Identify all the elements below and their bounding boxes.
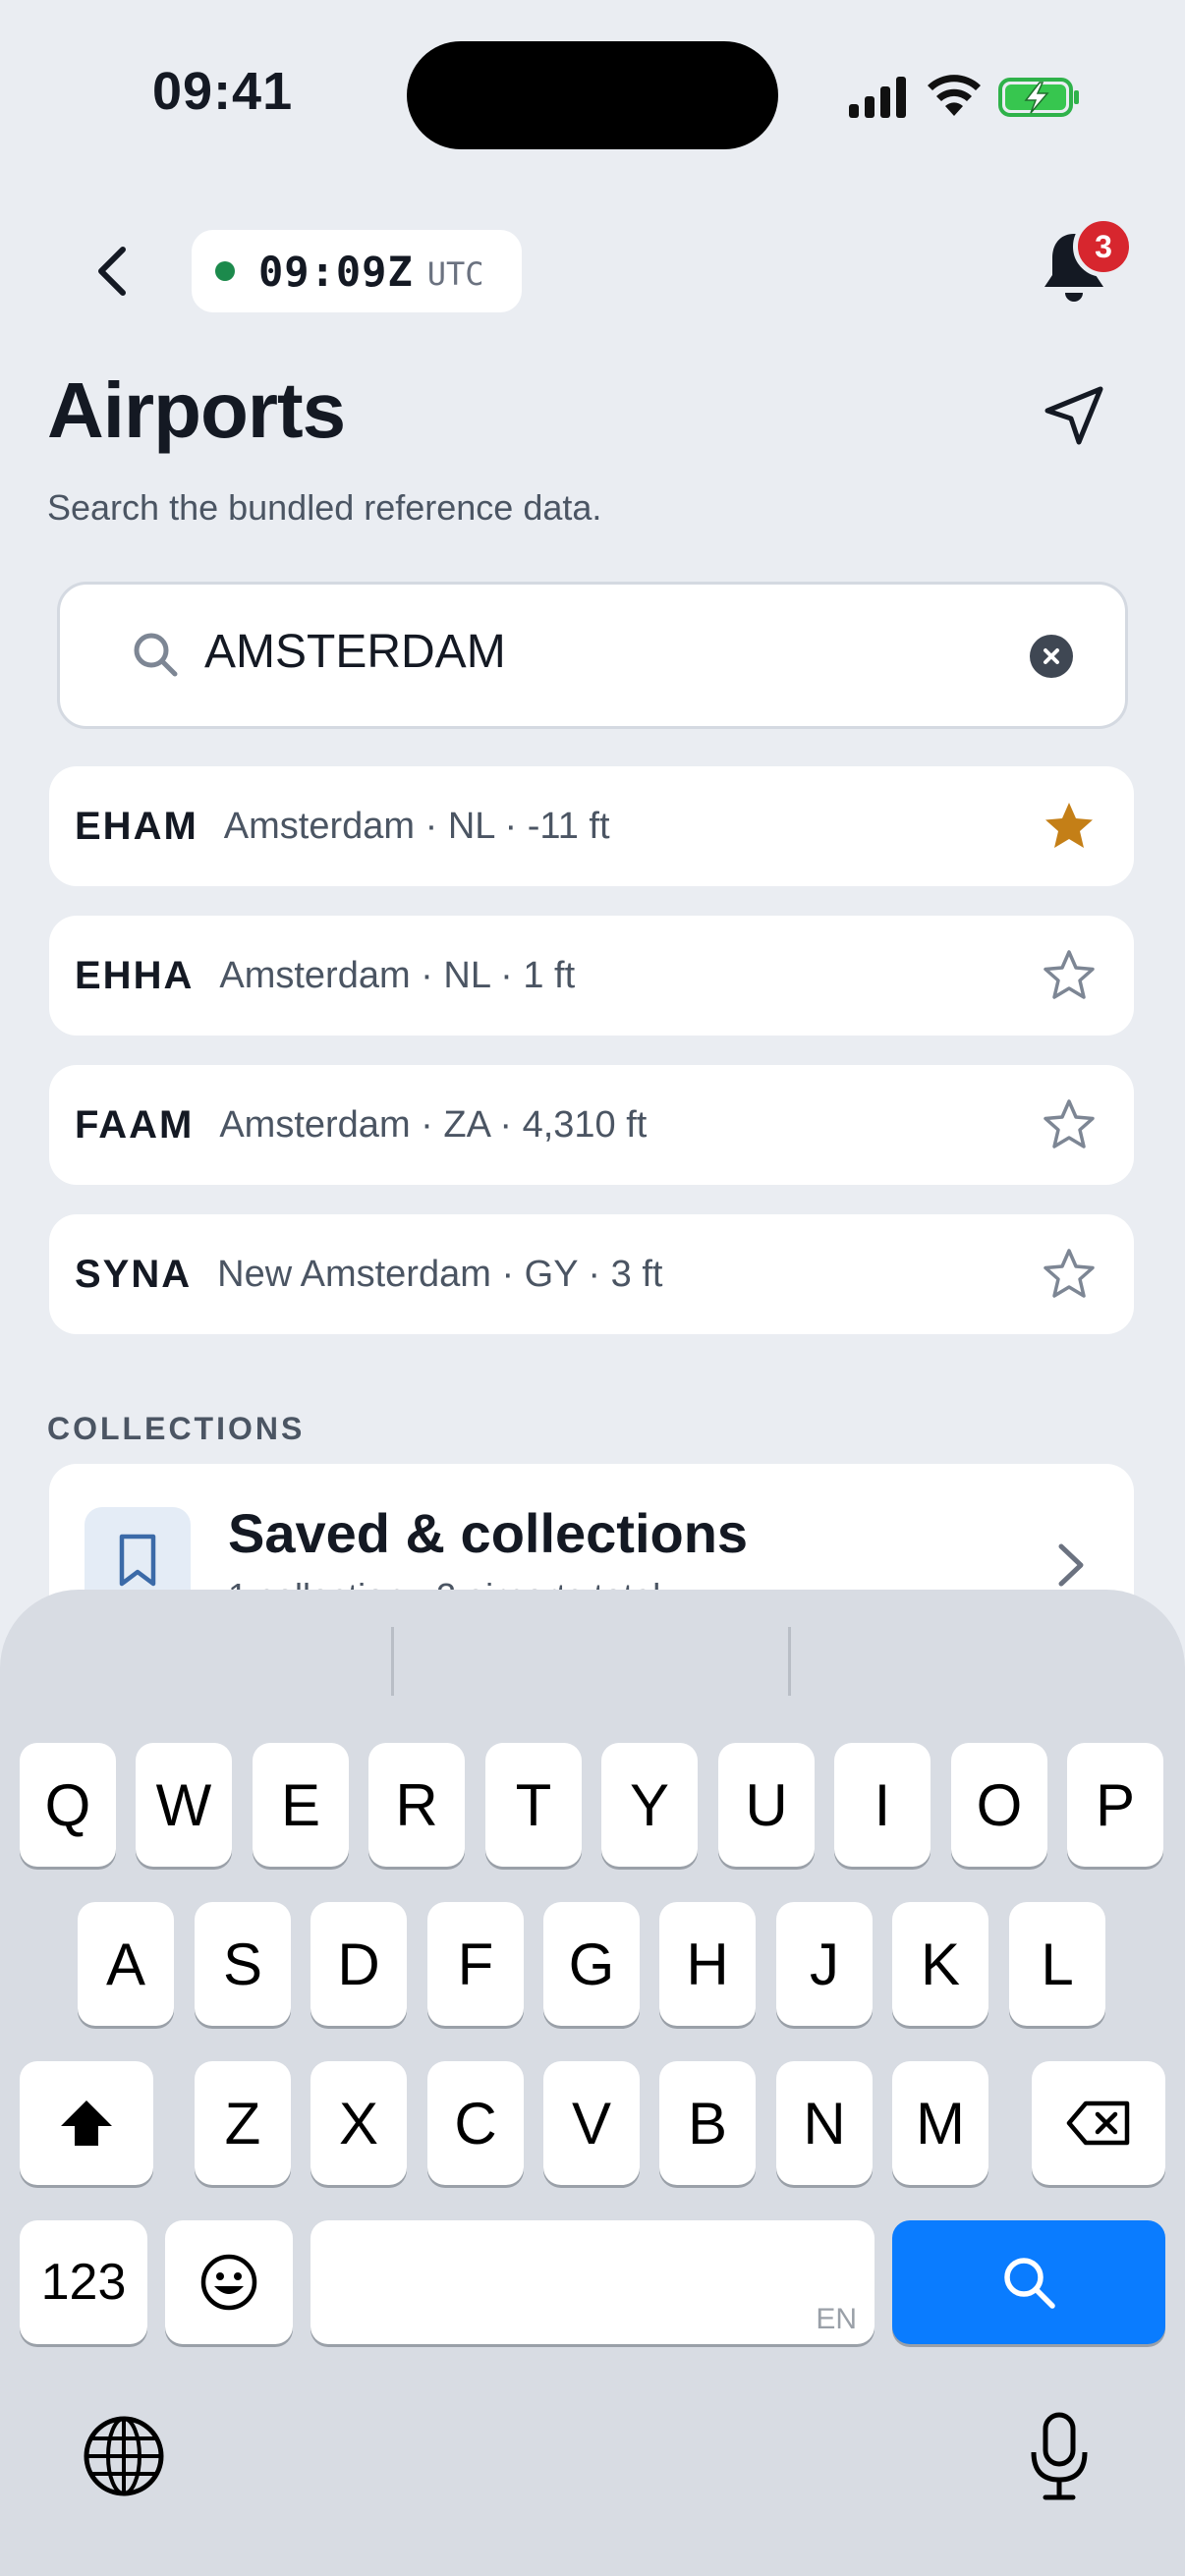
airport-meta: Amsterdam · NL · 1 ft <box>219 954 576 996</box>
key-y[interactable]: Y <box>601 1743 698 1867</box>
keyboard-language: EN <box>816 2303 857 2335</box>
section-label-collections: COLLECTIONS <box>47 1411 306 1446</box>
key-o[interactable]: O <box>951 1743 1047 1867</box>
backspace-icon <box>1066 2100 1130 2146</box>
collections-title: Saved & collections <box>228 1502 749 1564</box>
backspace-key[interactable] <box>1032 2061 1165 2185</box>
star-outline-icon[interactable] <box>1040 1245 1099 1304</box>
utc-clock: 09:09Z UTC <box>192 230 522 312</box>
chevron-right-icon <box>1058 1543 1084 1587</box>
key-p[interactable]: P <box>1067 1743 1163 1867</box>
page-subtitle: Search the bundled reference data. <box>47 487 602 528</box>
key-a[interactable]: A <box>78 1902 174 2026</box>
airport-meta: Amsterdam · NL · -11 ft <box>223 805 610 847</box>
airport-code: EHAM <box>75 804 198 848</box>
suggestion-divider <box>391 1627 394 1696</box>
cellular-signal-icon <box>849 75 908 118</box>
key-u[interactable]: U <box>718 1743 815 1867</box>
space-key[interactable]: EN <box>310 2220 875 2344</box>
key-d[interactable]: D <box>310 1902 407 2026</box>
chevron-left-icon <box>98 247 126 296</box>
star-outline-icon[interactable] <box>1040 1095 1099 1154</box>
key-j[interactable]: J <box>776 1902 873 2026</box>
emoji-icon <box>200 2254 257 2311</box>
search-icon <box>134 633 178 677</box>
key-t[interactable]: T <box>485 1743 582 1867</box>
airport-code: EHHA <box>75 953 195 997</box>
wifi-icon <box>928 75 981 116</box>
location-arrow-icon[interactable] <box>1040 381 1108 450</box>
dynamic-island <box>407 41 778 149</box>
numbers-key[interactable]: 123 <box>20 2220 147 2344</box>
airport-row-eham[interactable]: EHAM Amsterdam · NL · -11 ft <box>49 766 1134 886</box>
back-button[interactable] <box>77 232 147 310</box>
star-filled-icon[interactable] <box>1040 797 1099 856</box>
star-outline-icon[interactable] <box>1040 946 1099 1005</box>
key-h[interactable]: H <box>659 1902 756 2026</box>
key-r[interactable]: R <box>368 1743 465 1867</box>
airport-row-faam[interactable]: FAAM Amsterdam · ZA · 4,310 ft <box>49 1065 1134 1185</box>
close-icon <box>1044 648 1059 664</box>
suggestion-divider <box>788 1627 791 1696</box>
globe-icon[interactable] <box>83 2415 165 2497</box>
key-z[interactable]: Z <box>195 2061 291 2185</box>
airport-row-syna[interactable]: SYNA New Amsterdam · GY · 3 ft <box>49 1214 1134 1334</box>
clear-search-button[interactable] <box>1030 635 1073 678</box>
key-i[interactable]: I <box>834 1743 931 1867</box>
key-e[interactable]: E <box>253 1743 349 1867</box>
key-k[interactable]: K <box>892 1902 988 2026</box>
search-icon <box>1004 2258 1055 2309</box>
search-value: AMSTERDAM <box>204 626 506 678</box>
key-f[interactable]: F <box>427 1902 524 2026</box>
airport-code: SYNA <box>75 1252 193 1296</box>
airport-code: FAAM <box>75 1102 195 1147</box>
key-b[interactable]: B <box>659 2061 756 2185</box>
key-q[interactable]: Q <box>20 1743 116 1867</box>
battery-charging-icon <box>998 78 1079 117</box>
key-g[interactable]: G <box>543 1902 640 2026</box>
shift-arrow-icon <box>61 2100 112 2146</box>
page-title: Airports <box>47 366 346 454</box>
key-n[interactable]: N <box>776 2061 873 2185</box>
utc-label: UTC <box>426 255 484 293</box>
key-l[interactable]: L <box>1009 1902 1105 2026</box>
utc-time: 09:09Z <box>258 247 414 296</box>
status-time: 09:41 <box>152 62 294 121</box>
key-w[interactable]: W <box>136 1743 232 1867</box>
key-s[interactable]: S <box>195 1902 291 2026</box>
key-v[interactable]: V <box>543 2061 640 2185</box>
notification-badge: 3 <box>1073 216 1134 277</box>
shift-key[interactable] <box>20 2061 153 2185</box>
keyboard-search-button[interactable] <box>892 2220 1165 2344</box>
microphone-icon[interactable] <box>1028 2411 1091 2501</box>
emoji-key[interactable] <box>165 2220 293 2344</box>
key-c[interactable]: C <box>427 2061 524 2185</box>
airport-meta: Amsterdam · ZA · 4,310 ft <box>219 1103 648 1146</box>
key-m[interactable]: M <box>892 2061 988 2185</box>
airport-meta: New Amsterdam · GY · 3 ft <box>217 1253 663 1295</box>
airport-row-ehha[interactable]: EHHA Amsterdam · NL · 1 ft <box>49 916 1134 1036</box>
online-status-dot <box>215 261 235 281</box>
key-x[interactable]: X <box>310 2061 407 2185</box>
